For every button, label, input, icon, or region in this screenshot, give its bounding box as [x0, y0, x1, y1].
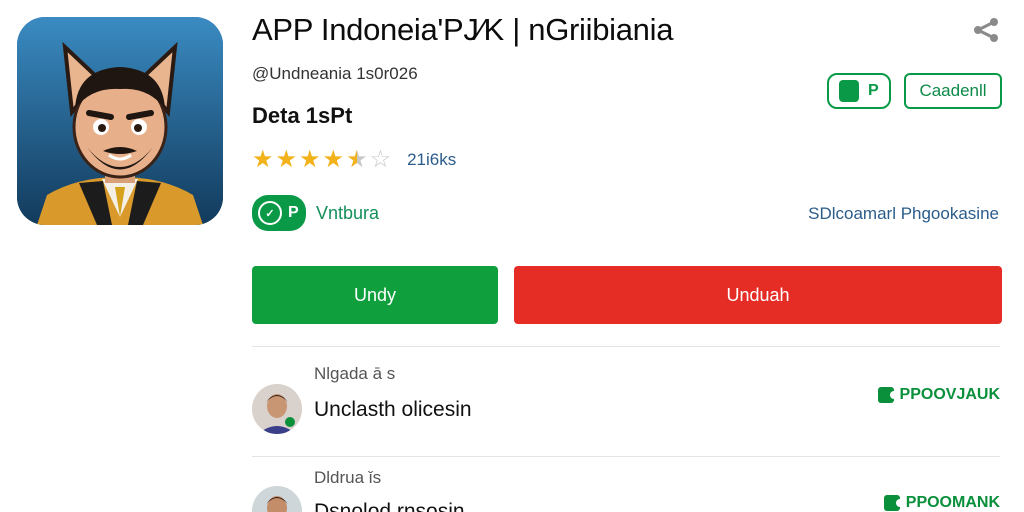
list-item[interactable]: Nlgada ā s Unclasth olicesin PPOOVJAUK [252, 356, 1000, 446]
app-handle: @Undneania 1s0r026 [252, 64, 418, 83]
tag-initial: P [867, 82, 879, 99]
developer-link[interactable]: SDlcoamarl Phgookasine [808, 204, 999, 224]
app-title: APP Indoneia'PJ⁄K | nGriibiania [252, 12, 674, 47]
badge-label: Vntbura [316, 202, 380, 223]
status-badge: PPOOMANK [883, 494, 1000, 512]
primary-action-button[interactable]: Undy [252, 266, 498, 324]
status-badge: PPOOVJAUK [877, 386, 1000, 404]
app-subtitle: Deta 1sPt [252, 103, 353, 128]
rating: ★ ★ ★ ★ ★ ☆ 21i6ks [252, 148, 456, 172]
review-text: Unclasth olicesin [314, 398, 472, 421]
tag-button[interactable]: Caadenll [904, 73, 1002, 109]
tag-icon [883, 495, 902, 511]
status-label: PPOOVJAUK [899, 386, 1000, 403]
star-icon: ★ [322, 146, 345, 173]
share-icon[interactable] [970, 17, 1002, 43]
tag-toggle[interactable]: P [827, 73, 891, 109]
divider [252, 346, 1000, 347]
reviewer-name: Nlgada ā s [314, 364, 396, 383]
reviewer-name: Dldrua ǐs [314, 468, 382, 487]
rating-count: 21i6ks [407, 150, 457, 169]
tag-icon [839, 80, 860, 102]
badge-row: ✓ P Vntbura [252, 195, 379, 231]
badge-initial: P [288, 204, 299, 221]
avatar [252, 486, 302, 512]
avatar [252, 384, 302, 434]
list-item[interactable]: Dldrua ǐs Dsnolod rnsosin PPOOMANK [252, 462, 1000, 512]
review-text: Dsnolod rnsosin [314, 500, 465, 512]
star-icon: ★ [275, 146, 298, 173]
cartoon-avatar-image [17, 17, 223, 225]
status-label: PPOOMANK [905, 494, 1000, 511]
tag-icon [877, 387, 896, 403]
app-icon [17, 17, 223, 225]
secondary-action-button[interactable]: Unduah [514, 266, 1002, 324]
star-icon: ★ [299, 146, 321, 173]
divider [252, 456, 1000, 457]
star-icon: ★ [252, 146, 274, 173]
verified-badge-icon: ✓ P [252, 195, 306, 231]
empty-star-icon: ☆ [369, 146, 392, 173]
half-star-icon: ★ [346, 146, 368, 173]
